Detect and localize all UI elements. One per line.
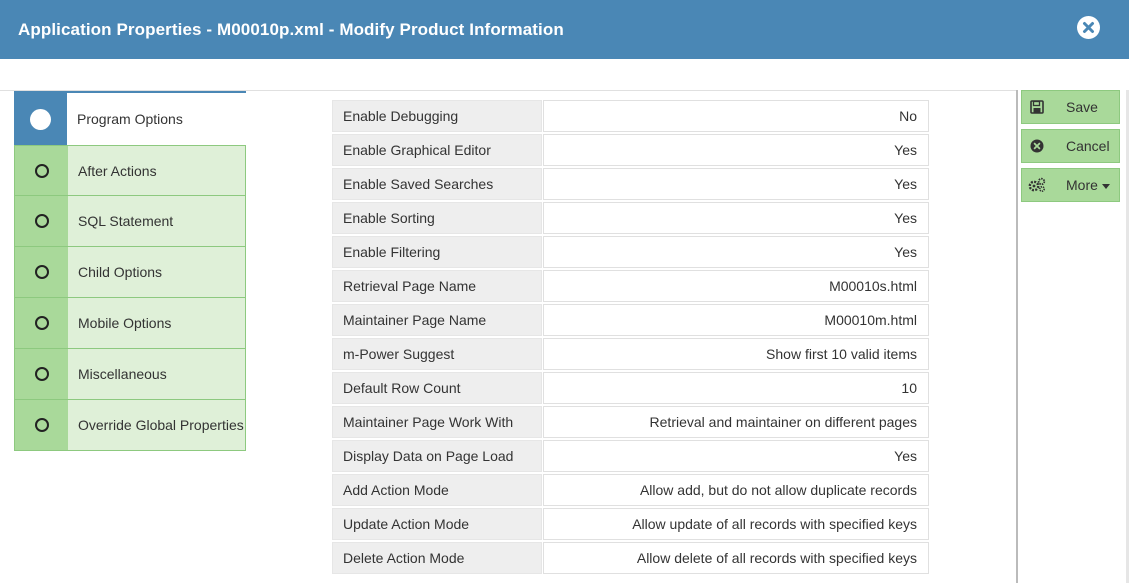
nav-item-after-actions[interactable]: After Actions <box>14 145 246 196</box>
property-row: Enable Graphical Editor Yes <box>332 134 929 168</box>
more-button-label: More <box>1066 177 1098 193</box>
nav-item-label: After Actions <box>78 162 157 179</box>
floppy-disk-icon <box>1030 100 1044 114</box>
more-button[interactable]: More <box>1021 168 1120 202</box>
cancel-button-label: Cancel <box>1066 138 1110 154</box>
property-label: Delete Action Mode <box>332 542 542 574</box>
cancel-button[interactable]: Cancel <box>1021 129 1120 163</box>
gears-icon <box>1028 177 1046 193</box>
property-label: Maintainer Page Name <box>332 304 542 336</box>
property-row: Update Action Mode Allow update of all re… <box>332 508 929 542</box>
radio-icon <box>34 214 49 228</box>
property-row: Retrieval Page Name M00010s.html <box>332 270 929 304</box>
radio-icon <box>34 418 49 432</box>
property-label: Enable Sorting <box>332 202 542 234</box>
close-button[interactable] <box>1077 16 1100 39</box>
property-value[interactable]: Yes <box>543 440 929 472</box>
action-panel: Save Cancel More <box>1016 90 1129 583</box>
property-label: Add Action Mode <box>332 474 542 506</box>
selected-radio-icon <box>30 108 51 130</box>
nav-item-override-global-properties[interactable]: Override Global Properties <box>14 400 246 451</box>
property-value[interactable]: Yes <box>543 168 929 200</box>
properties-table: Enable Debugging No Enable Graphical Edit… <box>332 100 929 576</box>
property-label: Display Data on Page Load <box>332 440 542 472</box>
property-row: Maintainer Page Name M00010m.html <box>332 304 929 338</box>
property-row: Maintainer Page Work With Retrieval and m… <box>332 406 929 440</box>
property-value[interactable]: Show first 10 valid items <box>543 338 929 370</box>
save-button-label: Save <box>1066 99 1098 115</box>
property-row: m-Power Suggest Show first 10 valid items <box>332 338 929 372</box>
nav-item-label: Override Global Properties <box>78 417 244 433</box>
dialog-title: Application Properties - M00010p.xml - M… <box>18 19 564 39</box>
property-value[interactable]: Yes <box>543 236 929 268</box>
nav-item-label: Child Options <box>78 264 163 280</box>
property-value[interactable]: Yes <box>543 202 929 234</box>
property-value[interactable]: Yes <box>543 134 929 166</box>
close-icon <box>1083 22 1094 33</box>
property-row: Enable Saved Searches Yes <box>332 168 929 202</box>
section-nav: Program Options After Actions SQL Statem… <box>14 91 246 451</box>
property-label: Default Row Count <box>332 372 542 404</box>
nav-item-program-options[interactable]: Program Options <box>14 91 246 145</box>
property-label: Enable Filtering <box>332 236 542 268</box>
property-label: Retrieval Page Name <box>332 270 542 302</box>
property-row: Enable Filtering Yes <box>332 236 929 270</box>
property-label: Enable Debugging <box>332 100 542 132</box>
property-label: m-Power Suggest <box>332 338 542 370</box>
property-row: Display Data on Page Load Yes <box>332 440 929 474</box>
save-button[interactable]: Save <box>1021 90 1120 124</box>
radio-icon <box>34 316 49 330</box>
property-row: Default Row Count 10 <box>332 372 929 406</box>
radio-icon <box>34 265 49 279</box>
nav-item-label: SQL Statement <box>78 213 174 229</box>
property-row: Enable Debugging No <box>332 100 929 134</box>
nav-item-label: Miscellaneous <box>78 366 167 382</box>
property-row: Add Action Mode Allow add, but do not all… <box>332 474 929 508</box>
nav-item-sql-statement[interactable]: SQL Statement <box>14 196 246 247</box>
property-label: Maintainer Page Work With <box>332 406 542 438</box>
nav-item-mobile-options[interactable]: Mobile Options <box>14 298 246 349</box>
property-value[interactable]: Allow delete of all records with specifi… <box>543 542 929 574</box>
property-value[interactable]: M00010s.html <box>543 270 929 302</box>
radio-icon <box>34 163 49 178</box>
property-value[interactable]: Allow add, but do not allow duplicate re… <box>543 474 929 506</box>
property-label: Update Action Mode <box>332 508 542 540</box>
radio-icon <box>34 367 49 381</box>
property-value[interactable]: Retrieval and maintainer on different pa… <box>543 406 929 438</box>
times-circle-icon <box>1030 139 1044 153</box>
nav-item-label: Mobile Options <box>78 315 172 331</box>
property-value[interactable]: M00010m.html <box>543 304 929 336</box>
nav-item-miscellaneous[interactable]: Miscellaneous <box>14 349 246 400</box>
dialog-header: Application Properties - M00010p.xml - M… <box>0 0 1129 59</box>
property-value[interactable]: 10 <box>543 372 929 404</box>
property-row: Delete Action Mode Allow delete of all re… <box>332 542 929 576</box>
property-value[interactable]: Allow update of all records with specifi… <box>543 508 929 540</box>
nav-item-label: Program Options <box>77 111 183 127</box>
nav-item-child-options[interactable]: Child Options <box>14 247 246 298</box>
property-value[interactable]: No <box>543 100 929 132</box>
property-label: Enable Graphical Editor <box>332 134 542 166</box>
caret-down-icon <box>1101 183 1110 189</box>
property-label: Enable Saved Searches <box>332 168 542 200</box>
property-row: Enable Sorting Yes <box>332 202 929 236</box>
